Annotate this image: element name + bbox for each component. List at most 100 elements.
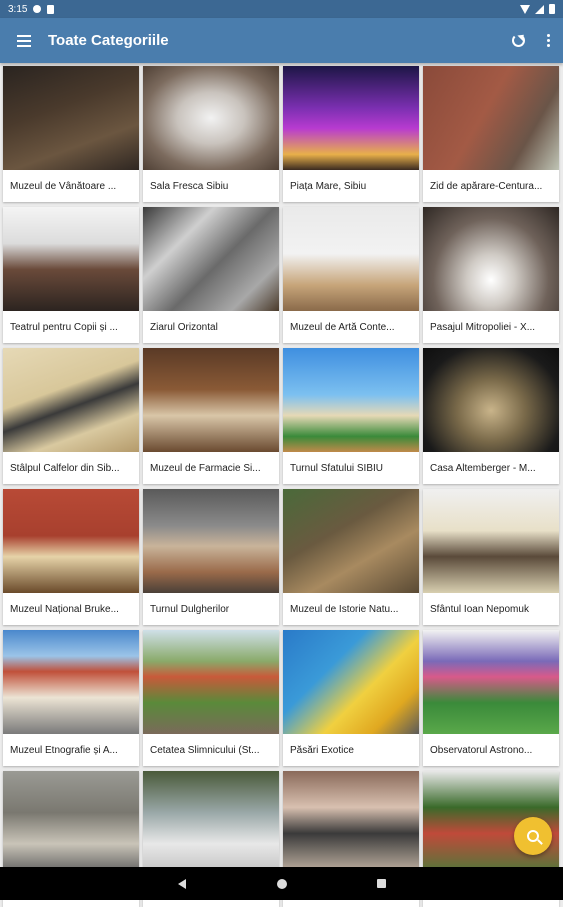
category-thumbnail [423, 207, 559, 311]
category-card[interactable]: Observatorul Astrono... [423, 630, 559, 766]
category-card[interactable]: Cetatea Slimnicului (St... [143, 630, 279, 766]
category-thumbnail [423, 66, 559, 170]
category-label-wrap: Muzeul de Artă Conte... [283, 311, 419, 343]
category-card[interactable]: Ziarul Orizontal [143, 207, 279, 343]
app-bar: Toate Categoriile [0, 18, 563, 63]
status-bar: 3:15 [0, 0, 563, 18]
search-fab[interactable] [514, 817, 552, 855]
system-nav-bar [0, 867, 563, 900]
category-card[interactable]: Muzeul Național Bruke... [3, 489, 139, 625]
category-thumbnail [283, 207, 419, 311]
search-icon [527, 830, 539, 842]
category-label-wrap: Sfântul Ioan Nepomuk [423, 593, 559, 625]
signal-icon [535, 4, 544, 14]
category-label-wrap: Cetatea Slimnicului (St... [143, 734, 279, 766]
category-card[interactable]: Muzeul de Farmacie Si... [143, 348, 279, 484]
category-label: Sala Fresca Sibiu [150, 180, 229, 192]
category-label: Casa Altemberger - M... [430, 462, 536, 474]
menu-button[interactable] [0, 18, 48, 63]
category-card[interactable]: Muzeul de Istorie Natu... [283, 489, 419, 625]
recents-button[interactable] [372, 874, 392, 894]
category-label: Zid de apărare-Centura... [430, 180, 543, 192]
page-title: Toate Categoriile [48, 32, 169, 49]
category-thumbnail [3, 771, 139, 875]
more-vert-icon [546, 34, 550, 47]
category-label-wrap: Muzeul de Vânătoare ... [3, 170, 139, 202]
category-thumbnail [3, 489, 139, 593]
refresh-button[interactable] [503, 18, 533, 63]
home-icon [276, 878, 287, 889]
category-label: Pasajul Mitropoliei - X... [430, 321, 536, 333]
category-label: Muzeul de Artă Conte... [290, 321, 395, 333]
category-label: Păsări Exotice [290, 744, 354, 756]
category-label: Turnul Sfatului SIBIU [290, 462, 384, 474]
back-icon [177, 878, 186, 889]
category-label: Muzeul de Istorie Natu... [290, 603, 399, 615]
category-card[interactable]: Teatrul pentru Copii și ... [3, 207, 139, 343]
category-label-wrap: Păsări Exotice [283, 734, 419, 766]
category-label: Stâlpul Calfelor din Sib... [10, 462, 120, 474]
category-thumbnail [143, 66, 279, 170]
category-label: Sfântul Ioan Nepomuk [430, 603, 529, 615]
hamburger-icon [17, 34, 31, 47]
category-label: Observatorul Astrono... [430, 744, 533, 756]
category-label: Cetatea Slimnicului (St... [150, 744, 260, 756]
category-label: Ziarul Orizontal [150, 321, 218, 333]
category-thumbnail [423, 630, 559, 734]
back-button[interactable] [172, 874, 192, 894]
category-label-wrap: Turnul Sfatului SIBIU [283, 452, 419, 484]
category-card[interactable]: Păsări Exotice [283, 630, 419, 766]
category-label: Piața Mare, Sibiu [290, 180, 367, 192]
recents-icon [377, 879, 386, 888]
sd-card-icon [47, 4, 55, 14]
refresh-icon [511, 34, 525, 47]
category-label-wrap: Muzeul Etnografie și A... [3, 734, 139, 766]
category-card[interactable]: Turnul Sfatului SIBIU [283, 348, 419, 484]
category-label-wrap: Turnul Dulgherilor [143, 593, 279, 625]
category-card[interactable]: Stâlpul Calfelor din Sib... [3, 348, 139, 484]
category-label-wrap: Zid de apărare-Centura... [423, 170, 559, 202]
category-thumbnail [283, 771, 419, 875]
category-card[interactable]: Sala Fresca Sibiu [143, 66, 279, 202]
category-card[interactable]: Casa Altemberger - M... [423, 348, 559, 484]
category-card[interactable]: Pasajul Mitropoliei - X... [423, 207, 559, 343]
category-thumbnail [283, 630, 419, 734]
category-label-wrap: Observatorul Astrono... [423, 734, 559, 766]
wifi-icon [520, 4, 530, 14]
status-time: 3:15 [8, 3, 28, 15]
category-thumbnail [283, 348, 419, 452]
category-thumbnail [3, 630, 139, 734]
category-card[interactable]: Zid de apărare-Centura... [423, 66, 559, 202]
category-label: Muzeul Etnografie și A... [10, 744, 118, 756]
category-card[interactable]: Muzeul Etnografie și A... [3, 630, 139, 766]
category-thumbnail [3, 66, 139, 170]
category-label-wrap: Pasajul Mitropoliei - X... [423, 311, 559, 343]
category-thumbnail [143, 348, 279, 452]
category-thumbnail [143, 207, 279, 311]
category-thumbnail [423, 489, 559, 593]
category-label-wrap: Stâlpul Calfelor din Sib... [3, 452, 139, 484]
category-card[interactable]: Turnul Dulgherilor [143, 489, 279, 625]
category-label-wrap: Muzeul de Istorie Natu... [283, 593, 419, 625]
category-thumbnail [283, 66, 419, 170]
category-thumbnail [3, 348, 139, 452]
category-label-wrap: Ziarul Orizontal [143, 311, 279, 343]
overflow-menu-button[interactable] [533, 18, 563, 63]
category-thumbnail [143, 489, 279, 593]
category-card[interactable]: Sfântul Ioan Nepomuk [423, 489, 559, 625]
category-label: Muzeul de Farmacie Si... [150, 462, 261, 474]
category-label: Muzeul Național Bruke... [10, 603, 119, 615]
category-card[interactable]: Piața Mare, Sibiu [283, 66, 419, 202]
category-label: Muzeul de Vânătoare ... [10, 180, 117, 192]
category-thumbnail [423, 348, 559, 452]
category-card[interactable]: Muzeul de Artă Conte... [283, 207, 419, 343]
category-card[interactable]: Muzeul de Vânătoare ... [3, 66, 139, 202]
category-thumbnail [3, 207, 139, 311]
category-label-wrap: Muzeul Național Bruke... [3, 593, 139, 625]
category-thumbnail [143, 630, 279, 734]
battery-icon [549, 4, 555, 14]
home-button[interactable] [272, 874, 292, 894]
category-label: Teatrul pentru Copii și ... [10, 321, 118, 333]
category-thumbnail [143, 771, 279, 875]
category-label-wrap: Piața Mare, Sibiu [283, 170, 419, 202]
